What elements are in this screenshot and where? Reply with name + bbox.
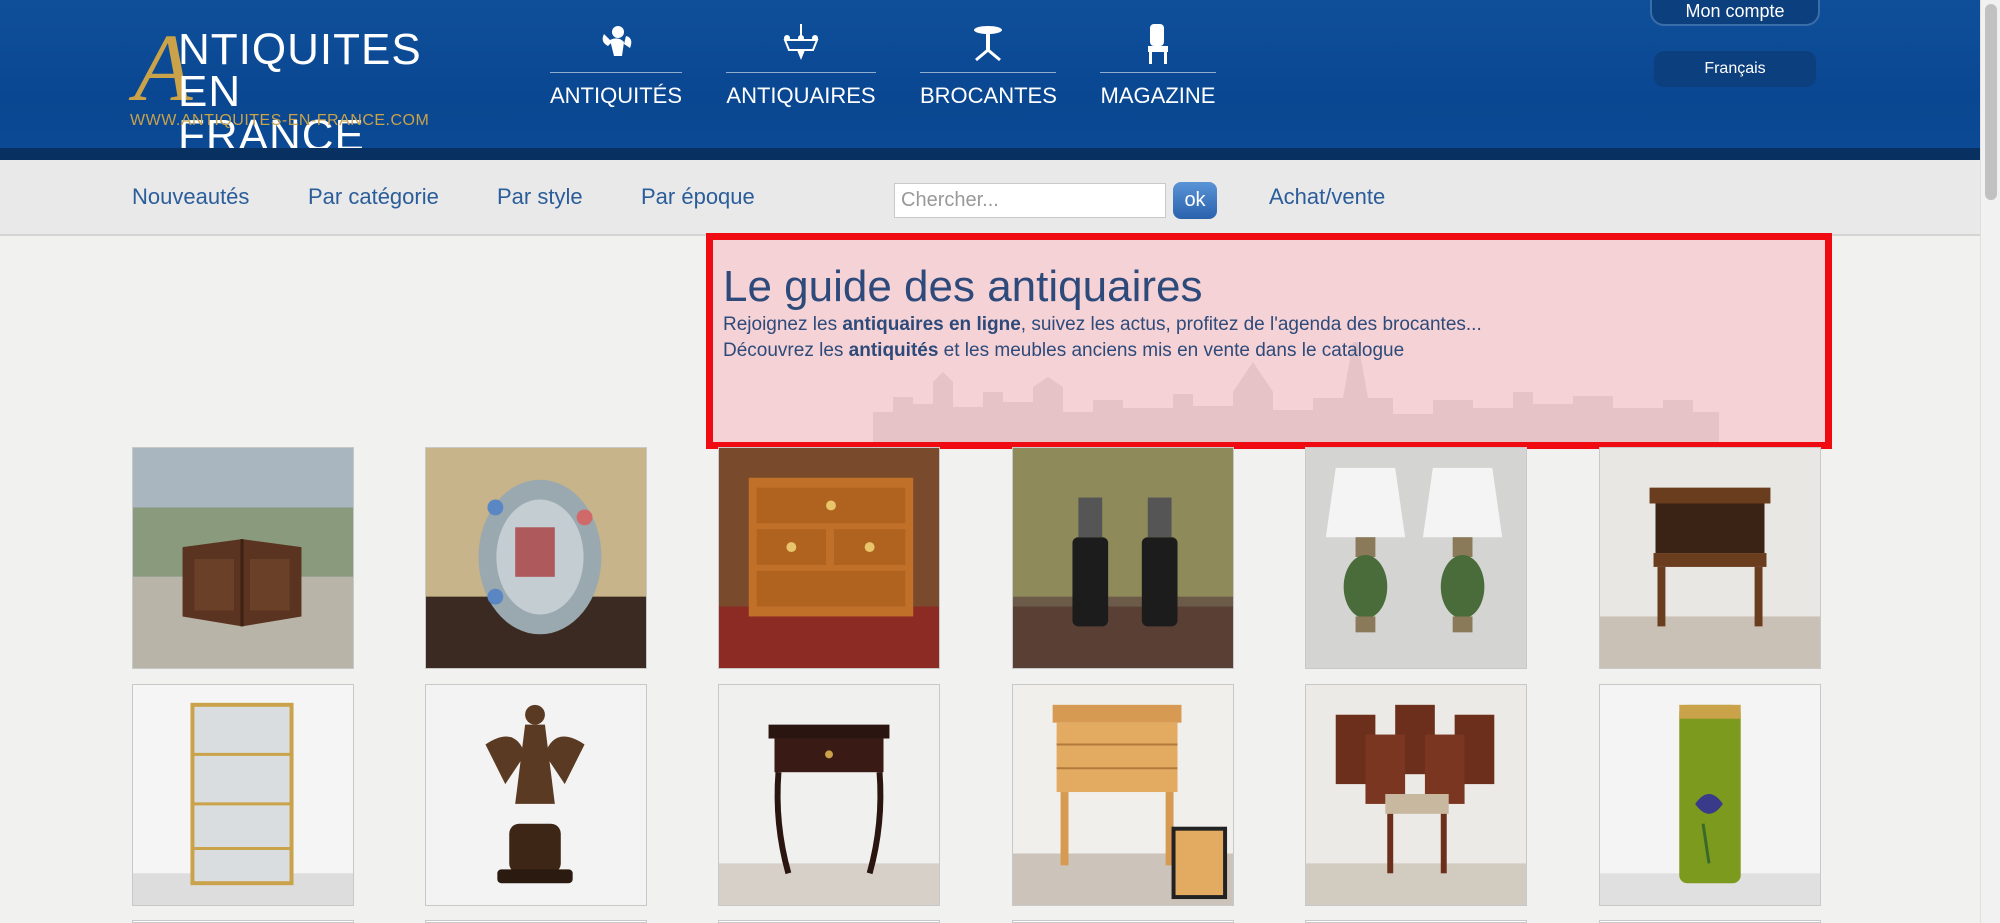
antiquaires-en-ligne-link[interactable]: antiquaires en ligne (842, 314, 1020, 335)
link-nouveautes[interactable]: Nouveautés (132, 184, 249, 210)
my-account-button[interactable]: Mon compte (1650, 0, 1820, 26)
nav-label: ANTIQUITÉS (550, 83, 683, 108)
link-achat-vente[interactable]: Achat/vente (1269, 184, 1385, 210)
scrollbar-thumb[interactable] (1985, 4, 1997, 200)
porcelain-lamps-pair-photo (1306, 448, 1526, 668)
product-corner-cabinet[interactable] (132, 447, 354, 669)
product-brass-vitrine[interactable] (132, 684, 354, 906)
cherub-icon (550, 22, 682, 70)
language-selector[interactable]: Français (1654, 51, 1816, 87)
product-bedside-table[interactable] (1599, 447, 1821, 669)
search-input[interactable] (894, 183, 1166, 218)
nav-label: MAGAZINE (1100, 83, 1216, 108)
nav-antiquites[interactable]: ANTIQUITÉS (550, 22, 682, 112)
guide-text: et les meubles anciens mis en vente dans… (938, 340, 1405, 361)
product-oil-lamps[interactable] (1012, 447, 1234, 669)
nav-label: BROCANTES (920, 83, 1057, 108)
page-scrollbar[interactable] (1980, 0, 2000, 923)
guide-intro-line1: Rejoignez les antiquaires en ligne, suiv… (723, 314, 1482, 336)
site-logo[interactable]: A NTIQUITES EN FRANCE WWW.ANTIQUITES-EN-… (130, 20, 440, 158)
marquetry-commode-photo (719, 448, 939, 668)
link-par-epoque[interactable]: Par époque (641, 184, 755, 210)
product-dining-chairs[interactable] (1305, 684, 1527, 906)
dressing-table-photo (1013, 685, 1233, 905)
corner-cabinet-photo (133, 448, 353, 668)
pedestal-table-icon (920, 22, 1056, 70)
nav-divider (550, 72, 682, 73)
link-par-style[interactable]: Par style (497, 184, 583, 210)
nav-label: ANTIQUAIRES (726, 83, 876, 108)
antiquites-link[interactable]: antiquités (849, 340, 939, 361)
product-bronze-angel[interactable] (425, 684, 647, 906)
oil-lamps-pair-photo (1013, 448, 1233, 668)
nav-brocantes[interactable]: BROCANTES (920, 22, 1057, 112)
nav-antiquaires[interactable]: ANTIQUAIRES (726, 22, 876, 112)
dining-chairs-set-photo (1306, 685, 1526, 905)
product-side-table[interactable] (718, 684, 940, 906)
guide-text: Rejoignez les (723, 314, 843, 335)
guide-text: Découvrez les (723, 340, 849, 361)
nav-magazine[interactable]: MAGAZINE (1100, 22, 1216, 112)
guide-banner: Le guide des antiquaires Rejoignez les a… (706, 233, 1832, 449)
chair-icon (1100, 22, 1216, 70)
guide-text: , suivez les actus, profitez de l'agenda… (1020, 314, 1482, 335)
bronze-angel-sculpture-photo (426, 685, 646, 905)
nav-divider (1100, 72, 1216, 73)
product-porcelain-lamps[interactable] (1305, 447, 1527, 669)
glass-vase-iris-photo (1600, 685, 1820, 905)
search-ok-button[interactable]: ok (1173, 182, 1217, 219)
link-par-categorie[interactable]: Par catégorie (308, 184, 439, 210)
product-marquetry-commode[interactable] (718, 447, 940, 669)
venetian-mirror-photo (426, 448, 646, 668)
bedside-table-photo (1600, 448, 1820, 668)
napoleon-iii-side-table-photo (719, 685, 939, 905)
nav-divider (726, 72, 876, 73)
site-header: A NTIQUITES EN FRANCE WWW.ANTIQUITES-EN-… (0, 0, 1980, 160)
logo-url: WWW.ANTIQUITES-EN-FRANCE.COM (130, 112, 430, 129)
product-venetian-mirror[interactable] (425, 447, 647, 669)
product-glass-vase[interactable] (1599, 684, 1821, 906)
guide-title: Le guide des antiquaires (723, 262, 1203, 311)
guide-intro-line2: Découvrez les antiquités et les meubles … (723, 340, 1404, 362)
chandelier-icon (726, 22, 876, 70)
product-dressing-table[interactable] (1012, 684, 1234, 906)
nav-divider (920, 72, 1056, 73)
brass-vitrine-photo (133, 685, 353, 905)
logo-line1: NTIQUITES (178, 25, 422, 74)
